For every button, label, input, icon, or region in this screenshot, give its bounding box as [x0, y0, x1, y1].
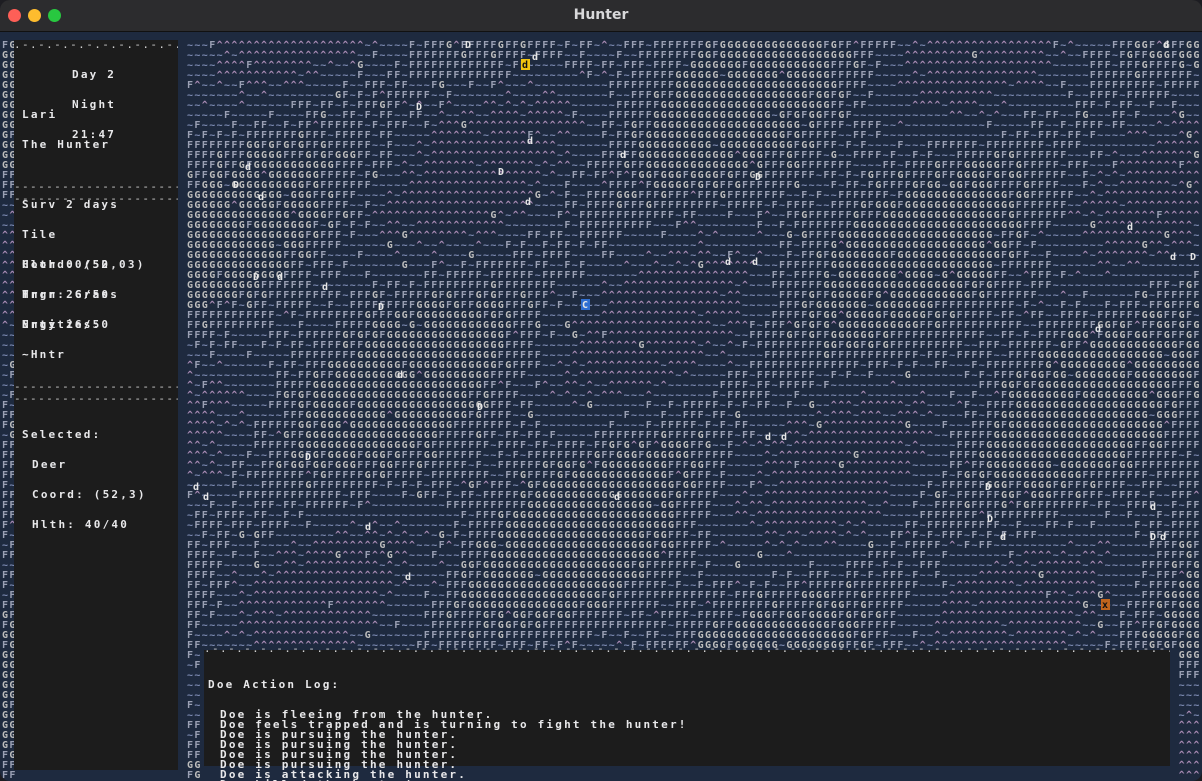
deer-marker[interactable]: D [498, 167, 504, 178]
doe-marker[interactable]: d [193, 482, 199, 493]
deer-marker[interactable]: D [755, 172, 761, 183]
doe-marker[interactable]: d [203, 492, 209, 503]
cursor-marker[interactable]: C [582, 300, 588, 311]
deer-marker[interactable]: D [416, 102, 422, 113]
doe-marker[interactable]: d [1170, 252, 1176, 263]
deer-marker[interactable]: D [253, 272, 259, 283]
doe-marker[interactable]: d [725, 257, 731, 268]
selected-name: Deer [22, 459, 147, 470]
title-bar: Hunter [0, 0, 1202, 32]
player-name: Lari [22, 109, 119, 120]
doe-marker[interactable]: d [1150, 502, 1156, 513]
doe-marker[interactable]: d [1000, 532, 1006, 543]
doe-marker[interactable]: d [277, 272, 283, 283]
window-title: Hunter [0, 7, 1202, 23]
doe-marker[interactable]: d [781, 432, 787, 443]
doe-marker[interactable]: d [532, 52, 538, 63]
terminal-area: G G G G G GGGGGGGGGGGGGG G GG G GG GG G G GG GGGGGGGGG… [0, 32, 1202, 781]
doe-marker[interactable]: d [765, 432, 771, 443]
selected-health: Hlth: 40/40 [22, 519, 147, 530]
action-log-panel: .-.-.-.-.-.-.-.-.-.-.-.-.-.-.-.-.-.-.-.-… [204, 644, 1170, 781]
log-title: Doe Action Log: [208, 679, 688, 690]
doe-marker[interactable]: d [614, 492, 620, 503]
deer-marker[interactable]: D [1150, 532, 1156, 543]
tile-heading: Tile [22, 229, 146, 240]
doe-marker[interactable]: d [365, 522, 371, 533]
doe-marker[interactable]: d [1127, 222, 1133, 233]
deer-marker[interactable]: D [477, 402, 483, 413]
divider: ---------------------------- [14, 382, 178, 392]
selected-heading: Selected: [22, 429, 147, 440]
deer-marker[interactable]: D [987, 514, 993, 525]
tile-entities-label: Entities: [22, 319, 146, 330]
deer-marker[interactable]: D [985, 482, 991, 493]
deer-marker[interactable]: D [465, 40, 471, 51]
tile-entities: ~Hntr [22, 349, 146, 360]
doe-marker[interactable]: d [245, 162, 251, 173]
doe-marker[interactable]: d [397, 370, 403, 381]
log-entries: Doe is fleeing from the hunter. Doe feels… [208, 709, 688, 781]
tile-terrain: Trrn: Grass [22, 289, 146, 300]
doe-marker[interactable]: d [322, 282, 328, 293]
deer-marker[interactable]: D [378, 302, 384, 313]
player-role: The Hunter [22, 139, 119, 150]
doe-marker[interactable]: d [258, 192, 264, 203]
selected-coord: Coord: (52,3) [22, 489, 147, 500]
tile-coord: Coord: (52,03) [22, 259, 146, 270]
app-window: Hunter G G G G G GGGGGGGGGGGGGG G GG G GG GG G G GG GG… [0, 0, 1202, 781]
status-panel: .-.-.-.-.-.-.-.-.-.-.-.-.-.-. Day 2 Nigh… [14, 40, 178, 770]
doe-marker[interactable]: d [1095, 324, 1101, 335]
status-top-border: .-.-.-.-.-.-.-.-.-.-.-.-.-.-. [14, 40, 178, 50]
doe-marker[interactable]: d [1160, 532, 1166, 543]
divider: ---------------------------- [14, 194, 178, 204]
doe-marker[interactable]: d [752, 257, 758, 268]
selected-doe-marker[interactable]: d [522, 60, 528, 71]
deer-marker[interactable]: D [305, 452, 311, 463]
doe-marker[interactable]: d [405, 572, 411, 583]
doe-marker[interactable]: d [525, 197, 531, 208]
day-label: Day 2 [72, 69, 143, 80]
divider: ---------------------------- [14, 394, 178, 404]
log-top-border: .-.-.-.-.-.-.-.-.-.-.-.-.-.-.-.-.-.-.-.-… [204, 644, 1170, 654]
deer-marker[interactable]: D [233, 180, 239, 191]
hunter-marker[interactable]: x [1102, 600, 1108, 611]
doe-marker[interactable]: d [527, 136, 533, 147]
doe-marker[interactable]: d [620, 150, 626, 161]
doe-marker[interactable]: d [1163, 40, 1169, 51]
divider: ---------------------------- [14, 182, 178, 192]
deer-marker[interactable]: D [1190, 252, 1196, 263]
